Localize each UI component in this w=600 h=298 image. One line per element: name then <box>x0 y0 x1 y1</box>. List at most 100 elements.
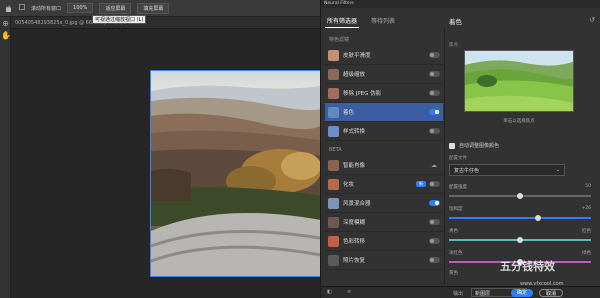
slider-track[interactable] <box>449 217 591 219</box>
slider-value: 绿色 <box>582 251 591 256</box>
filter-item-super-zoom[interactable]: 超级缩放 <box>325 65 443 84</box>
slider-label: 洋红色 <box>449 251 463 256</box>
filter-label: 色彩转移 <box>343 239 366 245</box>
filter-toggle[interactable] <box>429 219 440 225</box>
filter-settings-title: 着色 <box>449 18 462 26</box>
filter-item-makeup[interactable]: 化妆 新 <box>325 175 443 194</box>
options-bar: 滚动所有窗口 100% 适应屏幕 填充屏幕 <box>0 0 320 17</box>
filter-item-style-transfer[interactable]: 样式转换 <box>325 122 443 141</box>
tab-wait-list[interactable]: 等待列表 <box>369 14 397 28</box>
reset-icon[interactable]: ↺ <box>589 16 595 24</box>
filter-item-photo-restoration[interactable]: 照片恢复 <box>325 251 443 270</box>
slider-value: 红色 <box>582 229 591 234</box>
focus-preview: 单击以选择焦点 <box>449 50 589 125</box>
filter-item-colorize[interactable]: 着色 <box>325 103 443 122</box>
cloud-download-icon[interactable]: ☁ <box>431 162 437 169</box>
filter-label: 风景混合器 <box>343 201 371 207</box>
canvas-image[interactable] <box>150 70 325 277</box>
hand-tool-icon[interactable] <box>4 4 13 13</box>
zoom-100-button[interactable]: 100% <box>67 3 94 13</box>
filter-thumbnail <box>328 235 339 247</box>
new-badge: 新 <box>416 181 426 187</box>
filter-thumbnail <box>328 254 339 266</box>
slider-knob[interactable] <box>517 193 523 199</box>
filter-item-landscape-mixer[interactable]: 风景混合器 <box>325 194 443 213</box>
filter-label: 深度模糊 <box>343 220 366 226</box>
slider-knob[interactable] <box>535 215 542 221</box>
auto-color-checkbox[interactable] <box>449 142 455 149</box>
section-heading: BETA <box>329 147 342 153</box>
filter-item-smart-portrait[interactable]: 智能肖像 ☁ <box>325 156 443 175</box>
cancel-button[interactable]: 取消 <box>539 289 563 297</box>
ok-button[interactable]: 确定 <box>511 289 533 297</box>
filter-label: 着色 <box>343 110 355 116</box>
filter-thumbnail <box>328 87 339 99</box>
filter-toggle[interactable] <box>429 71 440 77</box>
section-heading: 特色滤镜 <box>329 37 350 43</box>
divider <box>444 28 445 284</box>
preview-image[interactable] <box>464 50 574 112</box>
focus-label: 焦点 <box>449 43 458 48</box>
filter-thumbnail <box>328 49 339 61</box>
filter-label: 移除 JPEG 伪影 <box>343 91 382 97</box>
filter-thumbnail <box>328 68 339 80</box>
filter-label: 样式转换 <box>343 129 366 135</box>
filter-label: 智能肖像 <box>343 163 366 169</box>
panel-footer: ◧ ≋ 输出 新图层 确定 取消 <box>321 286 600 298</box>
profile-select[interactable]: 复古牛仔色 ⌄ <box>449 164 565 176</box>
slider-saturation[interactable]: 饱和度 +26 <box>449 206 591 226</box>
tab-all-filters[interactable]: 所有筛选器 <box>325 14 360 28</box>
profile-select-value: 复古牛仔色 <box>454 168 480 174</box>
slider-knob[interactable] <box>517 237 523 243</box>
layer-preview-icon[interactable]: ◧ <box>327 289 332 295</box>
filter-label: 皮肤平滑度 <box>343 53 371 59</box>
profile-label: 配置文件 <box>449 156 467 161</box>
filter-item-color-transfer[interactable]: 色彩转移 <box>325 232 443 251</box>
chevron-down-icon: ⌄ <box>555 167 560 173</box>
slider-label: 配置强度 <box>449 185 467 190</box>
filter-item-jpeg-artifacts[interactable]: 移除 JPEG 伪影 <box>325 84 443 103</box>
stack-icon[interactable]: ≋ <box>347 289 351 295</box>
auto-color-row[interactable]: 自动调整图像颜色 <box>449 142 499 149</box>
filter-thumbnail <box>328 178 339 190</box>
filter-thumbnail <box>328 125 339 137</box>
filter-toggle[interactable] <box>429 128 440 134</box>
slider-label: 青色 <box>449 229 458 234</box>
auto-color-label: 自动调整图像颜色 <box>459 143 500 149</box>
filter-item-skin-smoothing[interactable]: 皮肤平滑度 <box>325 46 443 65</box>
slider-label: 饱和度 <box>449 207 463 212</box>
watermark-logo: 五分钱特效 <box>500 260 555 273</box>
filter-label: 超级缩放 <box>343 72 366 78</box>
filter-thumbnail <box>328 216 339 228</box>
slider-cyan-red[interactable]: 青色 红色 <box>449 228 591 248</box>
tools-panel: ⊕ ✋ <box>0 17 11 298</box>
filter-item-depth-blur[interactable]: 深度模糊 <box>325 213 443 232</box>
filter-toggle[interactable] <box>429 90 440 96</box>
filter-toggle[interactable] <box>429 181 440 187</box>
filter-label: 化妆 <box>343 182 355 188</box>
autoscroll-checkbox[interactable] <box>19 4 25 12</box>
filter-list: 特色滤镜 皮肤平滑度 超级缩放 移除 JPEG 伪影 着色 样式转换 BETA <box>325 30 443 280</box>
filter-toggle[interactable] <box>429 257 440 263</box>
output-label: 输出 <box>453 291 464 297</box>
filter-thumbnail <box>328 106 339 118</box>
slider-profile-strength[interactable]: 配置强度 50 <box>449 184 591 204</box>
neural-filters-panel: Neural Filters 所有筛选器 等待列表 特色滤镜 皮肤平滑度 超级缩… <box>320 0 600 298</box>
filter-tabs: 所有筛选器 等待列表 <box>325 14 435 28</box>
filter-toggle[interactable] <box>429 109 440 115</box>
panel-title: Neural Filters <box>321 0 600 8</box>
filter-toggle[interactable] <box>429 200 440 206</box>
filter-label: 照片恢复 <box>343 258 366 264</box>
filter-settings: 着色 ↺ 焦点 单击以选择焦点 自动调整图像颜色 配置文件 复古牛仔色 ⌄ 配置… <box>449 10 597 286</box>
filter-toggle[interactable] <box>429 238 440 244</box>
preview-caption: 单击以选择焦点 <box>503 119 535 124</box>
fit-screen-button[interactable]: 适应屏幕 <box>99 2 132 14</box>
slider-value: +26 <box>581 206 592 211</box>
hand-tool-icon[interactable]: ✋ <box>1 31 11 41</box>
document-tab[interactable]: 00540548293825x_0.jpg @ 66.7% (RGB/8) <box>11 17 320 29</box>
output-select-value: 新图层 <box>475 291 491 297</box>
fill-screen-button[interactable]: 填充屏幕 <box>137 2 170 14</box>
filter-toggle[interactable] <box>429 52 440 58</box>
zoom-tool-icon[interactable]: ⊕ <box>1 19 10 29</box>
tooltip: 可视通过缩放视口 (L) <box>92 15 147 24</box>
